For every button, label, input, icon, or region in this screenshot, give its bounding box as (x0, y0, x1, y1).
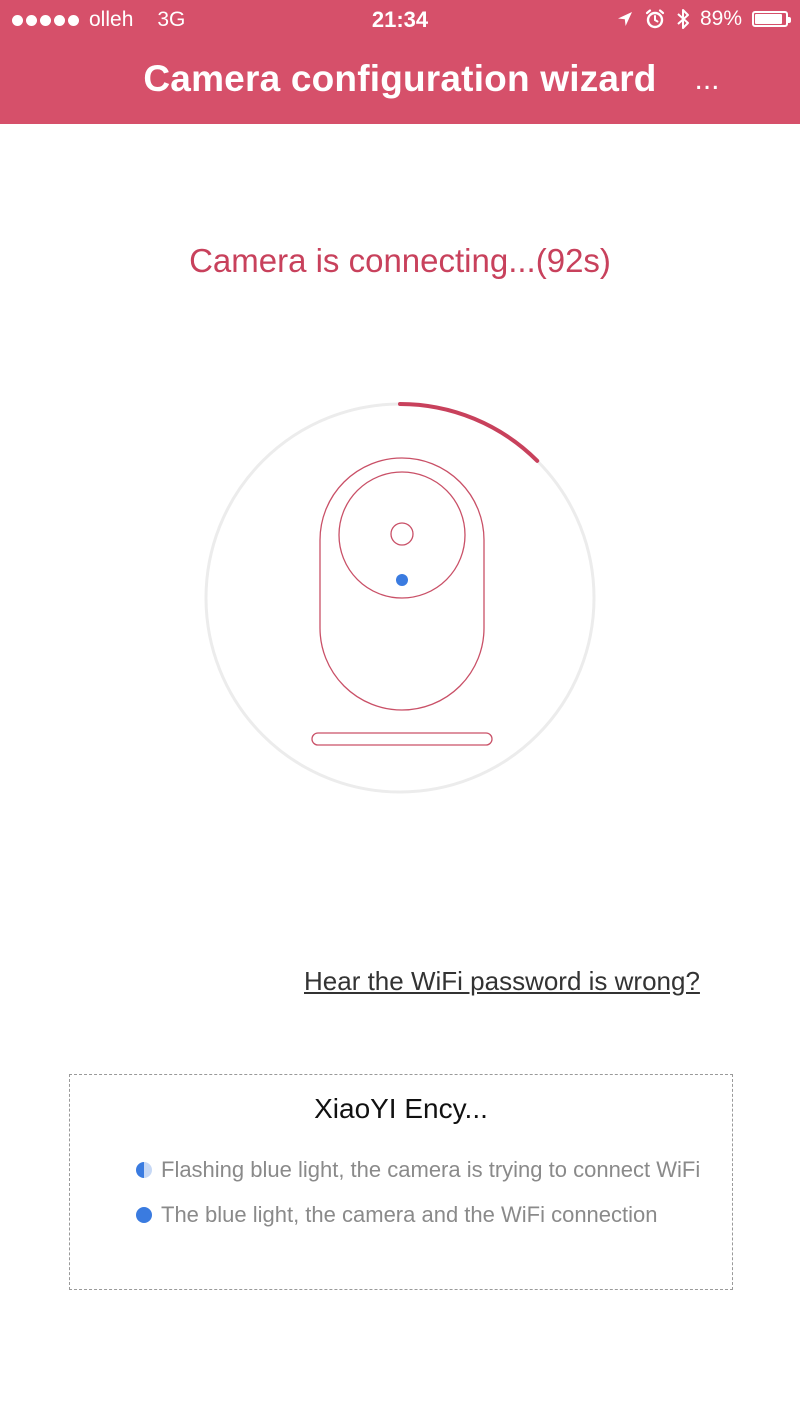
header-bar: olleh 3G 21:34 89% Camera configuration … (0, 0, 800, 124)
half-blue-dot-icon (136, 1162, 152, 1178)
battery-level (755, 14, 782, 24)
alarm-icon (645, 9, 665, 29)
location-arrow-icon (617, 12, 632, 26)
encyclopedia-item-text: Flashing blue light, the camera is tryin… (161, 1157, 701, 1182)
encyclopedia-item-flashing: Flashing blue light, the camera is tryin… (136, 1157, 700, 1183)
camera-outline-icon (311, 457, 493, 746)
encyclopedia-item-solid: The blue light, the camera and the WiFi … (136, 1202, 658, 1228)
wifi-password-wrong-link[interactable]: Hear the WiFi password is wrong? (304, 966, 700, 997)
encyclopedia-item-text: The blue light, the camera and the WiFi … (161, 1202, 658, 1227)
connecting-status-text: Camera is connecting...(92s) (189, 242, 611, 279)
status-bar: olleh 3G 21:34 89% (0, 0, 800, 40)
encyclopedia-title: XiaoYI Ency... (314, 1093, 488, 1124)
camera-connecting-illustration (204, 402, 596, 794)
camera-status-light (396, 574, 408, 586)
battery-percent: 89% (699, 7, 742, 30)
xiaoyi-encyclopedia-box: XiaoYI Ency... Flashing blue light, the … (69, 1074, 733, 1290)
page-title: Camera configuration wizard (143, 58, 657, 99)
more-button[interactable]: ... (690, 65, 724, 100)
bluetooth-icon (677, 9, 689, 29)
progress-ring-arc (398, 402, 540, 463)
blue-dot-icon (136, 1207, 152, 1223)
status-right: 89% (616, 7, 791, 31)
battery-icon (752, 11, 791, 27)
camera-config-page: olleh 3G 21:34 89% Camera configuration … (0, 0, 800, 1422)
